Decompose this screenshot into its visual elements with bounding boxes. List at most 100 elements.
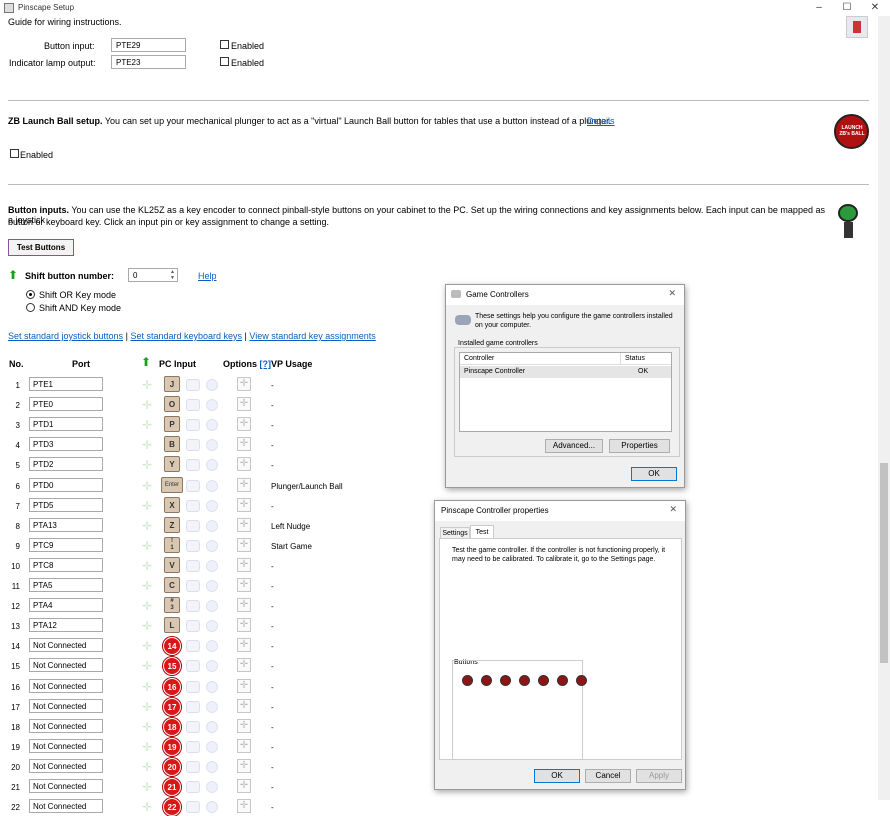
port-field[interactable]: Not Connected [29,738,103,753]
properties-button[interactable]: Properties [609,439,670,453]
maximize-button[interactable]: ☐ [833,0,861,16]
port-field[interactable]: PTA4 [29,598,103,613]
options-button[interactable]: ✛ [237,698,251,713]
set-joystick-link[interactable]: Set standard joystick buttons [8,331,123,341]
port-field[interactable]: PTE0 [29,397,103,412]
shift-or-radio[interactable] [26,290,35,299]
zb-details-link[interactable]: Details [587,116,615,126]
options-button[interactable]: ✛ [237,477,251,492]
joystick-button-key[interactable]: 16 [163,677,181,696]
options-button[interactable]: ✛ [237,417,251,432]
keyboard-key[interactable]: # 3 [164,597,180,614]
port-field[interactable]: PTA13 [29,517,103,532]
keyboard-key[interactable]: C [164,577,180,593]
scrollbar-thumb[interactable] [880,463,888,663]
keyboard-key[interactable]: ! 1 [164,536,180,553]
port-field[interactable]: Not Connected [29,718,103,733]
port-field[interactable]: PTD3 [29,437,103,452]
keyboard-key[interactable]: P [164,416,180,433]
keyboard-key[interactable]: O [164,396,180,413]
port-field[interactable]: PTC9 [29,537,103,552]
indicator-field[interactable]: PTE23 [111,55,186,69]
port-field[interactable]: PTD5 [29,497,103,512]
stepper-arrows-icon[interactable]: ▲ ▼ [170,269,175,281]
shift-and-radio[interactable] [26,303,35,312]
port-field[interactable]: PTA5 [29,578,103,592]
help-link[interactable]: Help [198,271,217,281]
props-cancel-button[interactable]: Cancel [585,769,631,783]
controller-row[interactable]: Pinscape Controller OK [460,366,671,378]
tab-test[interactable]: Test [470,525,494,539]
options-button[interactable]: ✛ [237,537,251,552]
keyboard-key[interactable]: Z [164,516,180,533]
green-arrow-icon: ⬆ [141,355,152,369]
port-field[interactable]: PTA12 [29,618,103,633]
keyboard-key[interactable]: L [164,617,180,634]
advanced-button[interactable]: Advanced... [545,439,603,453]
vp-usage: Start Game [271,541,312,551]
close-button[interactable]: ✕ [861,0,889,16]
indicator-enabled-checkbox[interactable] [220,57,229,66]
options-button[interactable]: ✛ [237,517,251,532]
joystick-button-key[interactable]: 14 [163,637,181,656]
options-button[interactable]: ✛ [237,658,251,673]
view-assignments-link[interactable]: View standard key assignments [249,331,375,341]
options-button[interactable]: ✛ [237,437,251,452]
dialog-close-icon[interactable]: ✕ [668,288,676,299]
button-input-field[interactable]: PTE29 [111,38,186,52]
options-button[interactable]: ✛ [237,718,251,733]
joystick-button-key[interactable]: 22 [163,798,181,816]
options-help-link[interactable]: [?] [260,359,272,369]
port-field[interactable]: Not Connected [29,779,103,793]
keyboard-ghost-icon [186,781,200,793]
options-button[interactable]: ✛ [237,758,251,773]
keyboard-key[interactable]: Enter [161,476,183,493]
options-button[interactable]: ✛ [237,638,251,653]
dialog-close-icon[interactable]: ✕ [669,504,677,515]
port-field[interactable]: Not Connected [29,658,103,673]
keyboard-key[interactable]: V [164,556,180,573]
port-field[interactable]: Not Connected [29,758,103,773]
options-button[interactable]: ✛ [237,738,251,753]
options-button[interactable]: ✛ [237,799,251,814]
options-button[interactable]: ✛ [237,578,251,592]
joystick-button-key[interactable]: 17 [163,697,181,716]
port-field[interactable]: Not Connected [29,698,103,713]
props-apply-button[interactable]: Apply [636,769,682,783]
port-field[interactable]: PTD2 [29,457,103,472]
joystick-button-key[interactable]: 21 [163,778,181,796]
options-button[interactable]: ✛ [237,557,251,572]
options-button[interactable]: ✛ [237,497,251,512]
options-button[interactable]: ✛ [237,618,251,633]
button-enabled-checkbox[interactable] [220,40,229,49]
set-keyboard-link[interactable]: Set standard keyboard keys [130,331,242,341]
vertical-scrollbar[interactable] [878,16,890,800]
minimize-button[interactable]: – [805,0,833,16]
props-ok-button[interactable]: OK [534,769,580,783]
options-button[interactable]: ✛ [237,457,251,472]
port-field[interactable]: PTD0 [29,477,103,492]
keyboard-key[interactable]: Y [164,456,180,473]
port-field[interactable]: PTE1 [29,377,103,391]
keyboard-key[interactable]: B [164,436,180,453]
options-button[interactable]: ✛ [237,598,251,613]
options-button[interactable]: ✛ [237,377,251,391]
port-field[interactable]: PTC8 [29,557,103,572]
port-field[interactable]: Not Connected [29,678,103,693]
gc-ok-button[interactable]: OK [631,467,677,481]
joystick-button-key[interactable]: 18 [163,717,181,736]
options-button[interactable]: ✛ [237,779,251,793]
options-button[interactable]: ✛ [237,678,251,693]
port-field[interactable]: PTD1 [29,417,103,432]
joystick-button-key[interactable]: 20 [163,757,181,776]
joystick-button-key[interactable]: 19 [163,737,181,756]
port-field[interactable]: Not Connected [29,799,103,814]
joystick-button-key[interactable]: 15 [163,657,181,676]
controllers-list[interactable]: Controller Status Pinscape Controller OK [459,352,672,432]
test-buttons-button[interactable]: Test Buttons [8,239,74,256]
port-field[interactable]: Not Connected [29,638,103,653]
keyboard-key[interactable]: X [164,496,180,513]
keyboard-key[interactable]: J [164,376,180,392]
zb-enabled-checkbox[interactable] [10,149,19,158]
options-button[interactable]: ✛ [237,397,251,412]
